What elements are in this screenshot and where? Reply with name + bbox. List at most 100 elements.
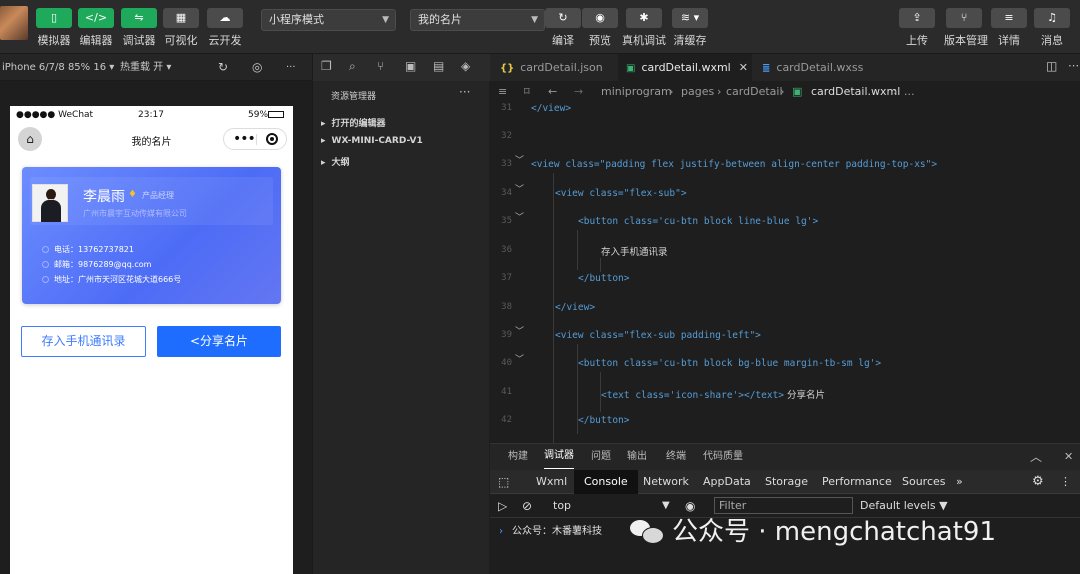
chevron-down-icon[interactable]: ﹀ xyxy=(515,324,524,337)
menu-icon[interactable]: ≡ xyxy=(498,81,507,103)
forward-icon[interactable]: → xyxy=(574,81,583,103)
sidebar-toggle-icon[interactable]: ▷ xyxy=(498,494,507,518)
refresh-icon[interactable]: ↻ xyxy=(218,54,228,81)
share-icon: < xyxy=(189,334,201,348)
more-tabs-icon[interactable]: » xyxy=(956,470,963,494)
project-section[interactable]: WX-MINI-CARD-V1 xyxy=(321,136,423,146)
menu-capsule[interactable]: ••• xyxy=(223,128,287,150)
tab-debugger[interactable]: 调试器 xyxy=(544,444,574,469)
share-card-button[interactable]: <分享名片 xyxy=(157,326,281,357)
code-line: </view> xyxy=(555,302,596,313)
upload-button[interactable]: ⇪ 上传 xyxy=(899,8,935,50)
code-icon: </> xyxy=(78,8,114,28)
phone-icon xyxy=(42,246,49,253)
version-button[interactable]: ⑂ 版本管理 xyxy=(944,8,988,50)
breadcrumb-item[interactable]: cardDetail.wxml xyxy=(811,81,900,103)
close-icon[interactable] xyxy=(266,133,278,145)
tab-console[interactable]: Console xyxy=(574,470,638,494)
editor-button[interactable]: </> 编辑器 xyxy=(78,8,114,50)
more-icon[interactable]: ••• xyxy=(233,130,256,148)
close-icon[interactable]: ✕ xyxy=(1064,444,1073,470)
editor-tabs: {} cardDetail.json ▣ cardDetail.wxml ✕ ≣ car… xyxy=(490,54,1080,81)
inspect-icon[interactable]: ⬚ xyxy=(498,470,509,494)
tab-build[interactable]: 构建 xyxy=(508,444,528,470)
messages-button[interactable]: ♫ 消息 xyxy=(1034,8,1070,50)
files-icon[interactable]: ❐ xyxy=(321,59,332,73)
location-icon xyxy=(42,276,49,283)
line-number: 37 xyxy=(501,273,512,283)
phone-screen: ●●●●● WeChat 23:17 59% ⌂ 我的名片 ••• 李晨雨 ♦ … xyxy=(10,106,293,574)
visual-button[interactable]: ▦ 可视化 xyxy=(163,8,199,50)
cloud-dev-button[interactable]: ☁ 云开发 xyxy=(207,8,243,50)
chevron-up-icon[interactable]: ︿ xyxy=(1030,444,1042,470)
tab-terminal[interactable]: 终端 xyxy=(666,444,686,470)
more-icon[interactable]: ⋮ xyxy=(1060,470,1071,494)
outline-section[interactable]: 大纲 xyxy=(321,155,350,168)
chevron-down-icon[interactable]: ﹀ xyxy=(515,352,524,365)
more-icon[interactable]: ⋯ xyxy=(1068,59,1079,72)
docker-icon[interactable]: ◈ xyxy=(461,59,470,73)
card-name: 李晨雨 xyxy=(83,189,125,205)
chevron-down-icon[interactable]: ﹀ xyxy=(515,210,524,223)
breadcrumb-item[interactable]: cardDetail xyxy=(726,81,783,103)
line-number: 35 xyxy=(501,216,512,226)
breadcrumb-item[interactable]: ... xyxy=(904,81,915,103)
more-icon[interactable]: ··· xyxy=(286,54,296,81)
details-button[interactable]: ≡ 详情 xyxy=(991,8,1027,50)
panel-tabs: 构建 调试器 问题 输出 终端 代码质量 ︿ ✕ xyxy=(490,444,1080,470)
line-number: 32 xyxy=(501,131,512,141)
device-select[interactable]: iPhone 6/7/8 85% 16 ▾ xyxy=(2,54,114,81)
tab-card-detail-wxss[interactable]: ≣ cardDetail.wxss xyxy=(756,54,886,81)
chevron-right-icon: › xyxy=(498,526,505,537)
bookmark-icon[interactable]: ⌑ xyxy=(524,81,530,103)
tab-problems[interactable]: 问题 xyxy=(591,444,611,470)
mode-select[interactable]: 小程序模式 ▼ xyxy=(261,9,396,31)
compile-page-select[interactable]: 我的名片 ▼ xyxy=(410,9,545,31)
source-control-icon[interactable]: ⑂ xyxy=(377,59,384,73)
hot-reload-toggle[interactable]: 热重载 开 ▾ xyxy=(120,54,171,81)
chevron-down-icon[interactable]: ﹀ xyxy=(515,153,524,166)
code-line: </button> xyxy=(578,415,630,426)
devtools-window: ▯ 模拟器 </> 编辑器 ⇋ 调试器 ▦ 可视化 ☁ 云开发 小程序模式 ▼ … xyxy=(0,0,1080,574)
wechat-icon xyxy=(630,518,664,544)
more-icon[interactable]: ··· xyxy=(459,85,470,99)
layers-icon: ≋ ▾ xyxy=(672,8,708,28)
tab-wxml[interactable]: Wxml xyxy=(536,470,567,494)
tab-sources[interactable]: Sources xyxy=(902,470,946,494)
open-editors-section[interactable]: 打开的编辑器 xyxy=(321,116,386,129)
menu-icon: ≡ xyxy=(991,8,1027,28)
compile-button[interactable]: ↻ 编译 xyxy=(544,8,582,50)
preview-button[interactable]: ◉ 预览 xyxy=(582,8,618,50)
debugger-button[interactable]: ⇋ 调试器 xyxy=(121,8,157,50)
tab-card-detail-wxml[interactable]: ▣ cardDetail.wxml ✕ xyxy=(618,54,752,81)
clear-console-icon[interactable]: ⊘ xyxy=(522,494,532,518)
tab-code-quality[interactable]: 代码质量 xyxy=(703,444,743,470)
wxml-file-icon: ▣ xyxy=(626,63,636,74)
close-icon[interactable]: ✕ xyxy=(739,61,748,74)
tab-storage[interactable]: Storage xyxy=(765,470,808,494)
clear-cache-button[interactable]: ≋ ▾ 清缓存 xyxy=(672,8,708,50)
device-debug-button[interactable]: ✱ 真机调试 xyxy=(622,8,666,50)
tab-network[interactable]: Network xyxy=(643,470,689,494)
context-select[interactable]: top xyxy=(553,494,571,518)
line-number: 39 xyxy=(501,330,512,340)
code-area[interactable]: 31 32 33 34 35 36 37 38 39 40 41 42 ﹀ ﹀ … xyxy=(490,103,1080,443)
user-avatar[interactable] xyxy=(0,6,28,40)
breadcrumb-item[interactable]: pages xyxy=(681,81,714,103)
code-line: 存入手机通讯录 xyxy=(601,247,668,258)
gear-icon[interactable]: ⚙ xyxy=(1032,470,1044,494)
image-icon[interactable]: ▤ xyxy=(433,59,444,73)
save-contact-button[interactable]: 存入手机通讯录 xyxy=(21,326,146,357)
tab-performance[interactable]: Performance xyxy=(822,470,892,494)
breadcrumb-item[interactable]: miniprogram xyxy=(601,81,672,103)
tab-appdata[interactable]: AppData xyxy=(703,470,751,494)
tab-output[interactable]: 输出 xyxy=(627,444,647,470)
stop-icon[interactable]: ◎ xyxy=(252,54,262,81)
extensions-icon[interactable]: ▣ xyxy=(405,59,416,73)
search-icon[interactable]: ⌕ xyxy=(349,59,356,74)
back-icon[interactable]: ← xyxy=(548,81,557,103)
simulator-button[interactable]: ▯ 模拟器 xyxy=(36,8,72,50)
split-editor-icon[interactable]: ◫ xyxy=(1046,59,1057,73)
tab-card-detail-json[interactable]: {} cardDetail.json xyxy=(496,54,618,81)
chevron-down-icon[interactable]: ﹀ xyxy=(515,182,524,195)
